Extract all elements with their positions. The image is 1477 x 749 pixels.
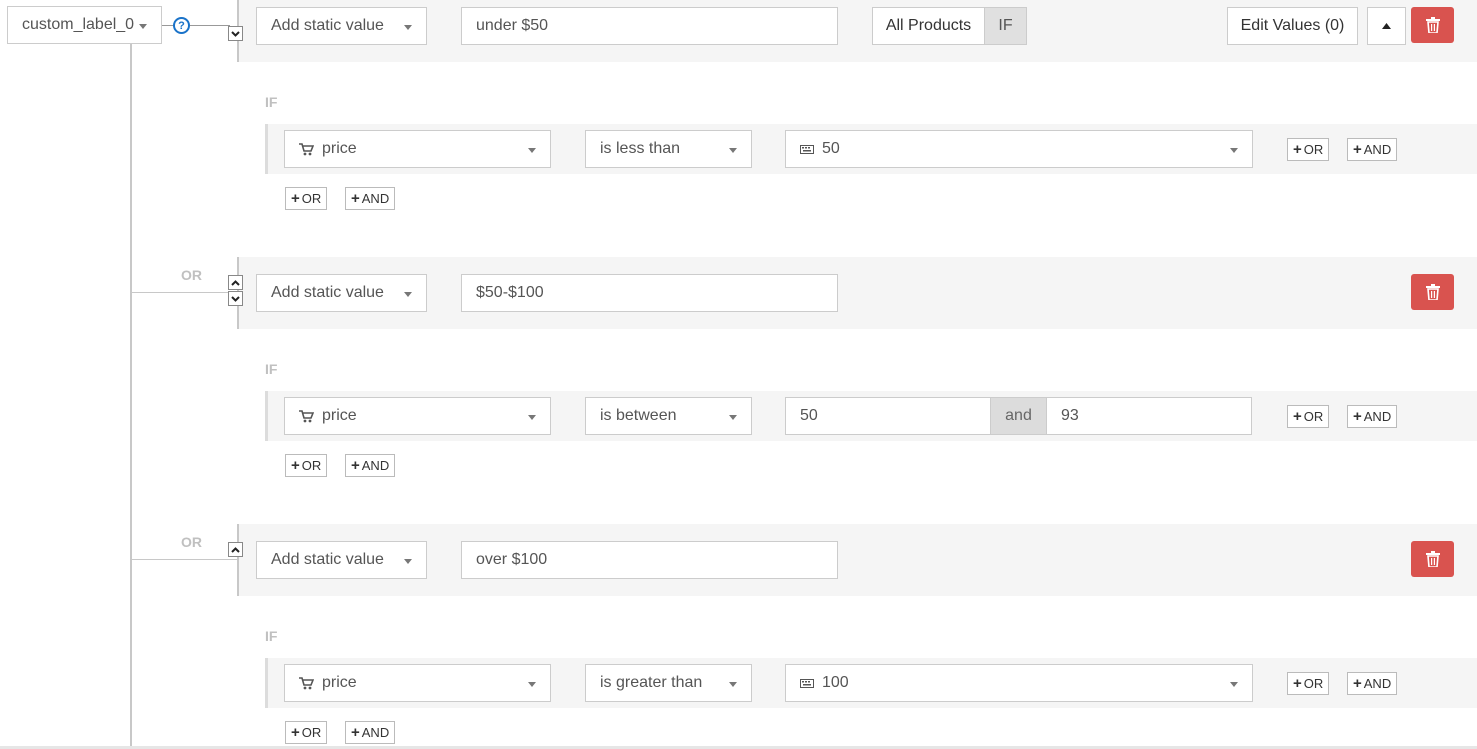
chevron-down-icon	[404, 25, 412, 30]
delete-rule-button[interactable]	[1411, 274, 1454, 310]
chevron-down-icon	[528, 415, 536, 420]
condition-value-select[interactable]: 50	[785, 130, 1253, 168]
value-type-select[interactable]: Add static value	[256, 274, 427, 312]
plus-icon: +	[351, 190, 360, 207]
cart-icon	[299, 676, 314, 689]
condition-and-button[interactable]: + AND	[1347, 405, 1398, 428]
value-type-select[interactable]: Add static value	[256, 7, 427, 45]
condition-or-button[interactable]: + OR	[1287, 138, 1330, 161]
plus-icon: +	[1353, 675, 1362, 692]
keyboard-icon	[800, 144, 814, 154]
operator-select[interactable]: is less than	[585, 130, 752, 168]
condition-or-button[interactable]: + OR	[1287, 405, 1330, 428]
keyboard-icon	[800, 678, 814, 688]
cart-icon	[299, 409, 314, 422]
attribute-select[interactable]: price	[284, 397, 551, 435]
move-up-button[interactable]	[228, 542, 243, 557]
move-up-button[interactable]	[228, 275, 243, 290]
trash-icon	[1425, 551, 1440, 567]
rule-left-border	[237, 524, 239, 596]
chevron-up-icon	[231, 546, 240, 553]
if-label: IF	[265, 628, 278, 644]
plus-icon: +	[291, 190, 300, 207]
chevron-down-icon	[528, 148, 536, 153]
chevron-down-icon	[231, 295, 240, 302]
move-down-button[interactable]	[228, 26, 243, 41]
plus-icon: +	[1353, 408, 1362, 425]
chevron-down-icon	[528, 682, 536, 687]
trash-icon	[1425, 284, 1440, 300]
static-value-input[interactable]: $50-$100	[461, 274, 838, 312]
plus-icon: +	[1293, 675, 1302, 692]
caret-up-icon	[1382, 23, 1391, 29]
move-down-button[interactable]	[228, 291, 243, 306]
cart-icon	[299, 142, 314, 155]
if-label: IF	[265, 361, 278, 377]
plus-icon: +	[1353, 141, 1362, 158]
all-products-button[interactable]: All Products	[872, 7, 985, 45]
group-and-button[interactable]: + AND	[345, 454, 396, 477]
chevron-down-icon	[729, 415, 737, 420]
group-and-button[interactable]: + AND	[345, 187, 396, 210]
operator-select[interactable]: is greater than	[585, 664, 752, 702]
condition-value-select[interactable]: 100	[785, 664, 1253, 702]
group-or-button[interactable]: + OR	[285, 721, 328, 744]
if-label: IF	[265, 94, 278, 110]
static-value-input[interactable]: over $100	[461, 541, 838, 579]
chevron-down-icon	[139, 24, 147, 29]
root-field-select[interactable]: custom_label_0	[7, 6, 162, 44]
collapse-button[interactable]	[1367, 7, 1406, 45]
tree-trunk-line	[130, 44, 132, 749]
trash-icon	[1425, 17, 1440, 33]
plus-icon: +	[351, 724, 360, 741]
static-value-input[interactable]: under $50	[461, 7, 838, 45]
value-type-select[interactable]: Add static value	[256, 541, 427, 579]
tree-branch-line	[190, 25, 230, 26]
attribute-select[interactable]: price	[284, 130, 551, 168]
operator-select[interactable]: is between	[585, 397, 752, 435]
tree-branch-line	[131, 559, 238, 560]
condition-or-button[interactable]: + OR	[1287, 672, 1330, 695]
or-connector-label: OR	[181, 267, 202, 283]
condition-and-button[interactable]: + AND	[1347, 672, 1398, 695]
help-icon[interactable]: ?	[173, 17, 190, 34]
condition-and-button[interactable]: + AND	[1347, 138, 1398, 161]
chevron-down-icon	[729, 148, 737, 153]
range-from-input[interactable]: 50	[785, 397, 991, 435]
group-and-button[interactable]: + AND	[345, 721, 396, 744]
plus-icon: +	[291, 724, 300, 741]
delete-rule-button[interactable]	[1411, 7, 1454, 43]
group-or-button[interactable]: + OR	[285, 454, 328, 477]
root-field-label: custom_label_0	[22, 16, 135, 33]
if-toggle-button[interactable]: IF	[984, 7, 1027, 45]
delete-rule-button[interactable]	[1411, 541, 1454, 577]
chevron-down-icon	[1230, 682, 1238, 687]
chevron-down-icon	[404, 559, 412, 564]
chevron-down-icon	[729, 682, 737, 687]
chevron-up-icon	[231, 279, 240, 286]
tree-branch-line	[131, 292, 238, 293]
plus-icon: +	[351, 457, 360, 474]
range-to-input[interactable]: 93	[1046, 397, 1252, 435]
edit-values-button[interactable]: Edit Values (0)	[1227, 7, 1358, 45]
range-and-addon: and	[990, 397, 1047, 435]
or-connector-label: OR	[181, 534, 202, 550]
group-or-button[interactable]: + OR	[285, 187, 328, 210]
attribute-select[interactable]: price	[284, 664, 551, 702]
chevron-down-icon	[231, 30, 240, 37]
chevron-down-icon	[1230, 148, 1238, 153]
chevron-down-icon	[404, 292, 412, 297]
plus-icon: +	[291, 457, 300, 474]
plus-icon: +	[1293, 408, 1302, 425]
plus-icon: +	[1293, 141, 1302, 158]
